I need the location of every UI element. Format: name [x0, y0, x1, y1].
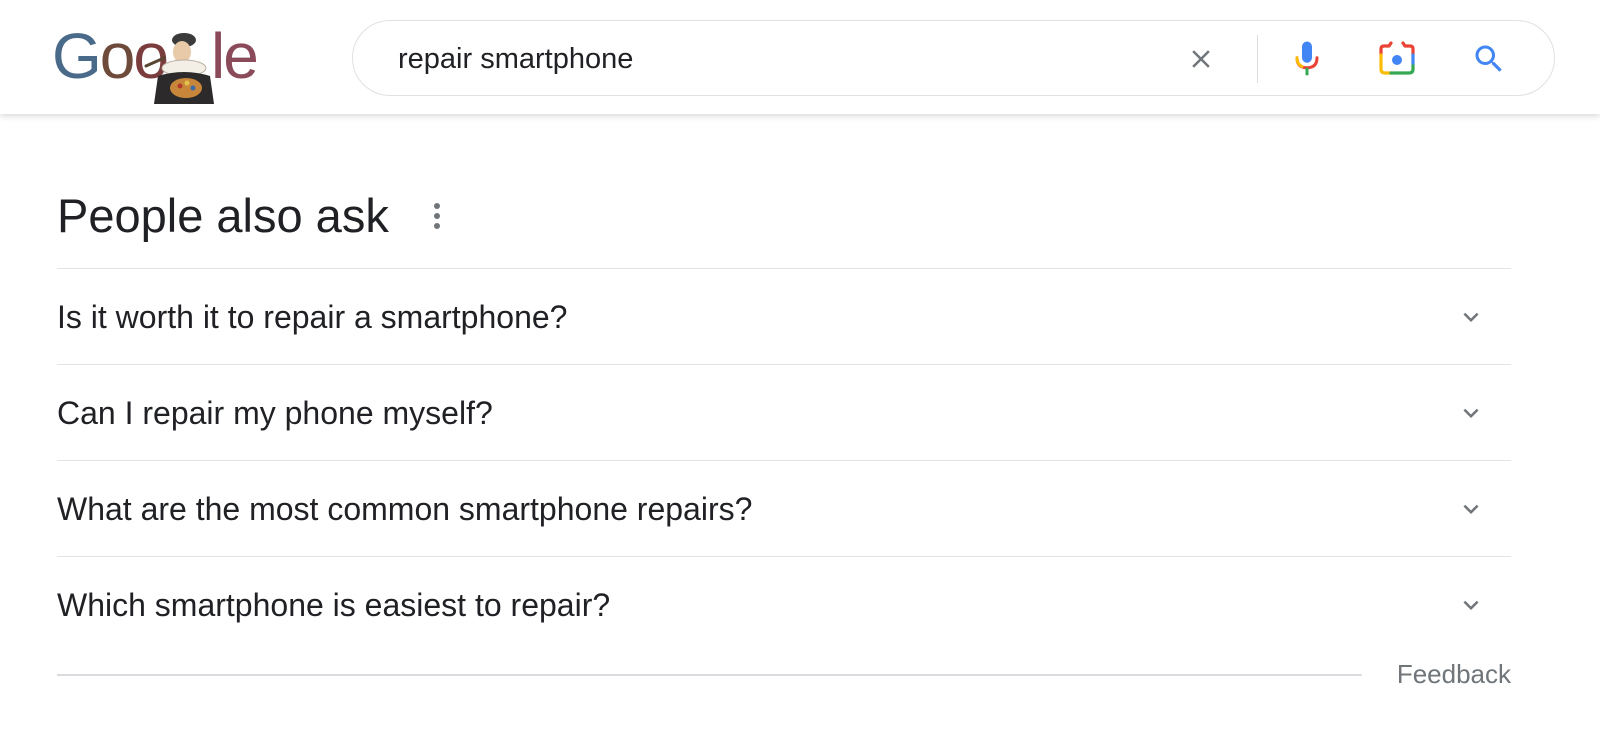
logo-letter: o — [99, 20, 136, 92]
paa-question-text: Can I repair my phone myself? — [57, 395, 493, 431]
chevron-down-icon — [1463, 504, 1479, 514]
clear-search-button[interactable] — [1181, 39, 1221, 79]
more-vert-icon — [434, 203, 440, 229]
voice-search-button[interactable] — [1283, 35, 1331, 83]
paa-question-row[interactable]: What are the most common smartphone repa… — [57, 461, 1511, 557]
search-icon — [1475, 45, 1502, 72]
expand-button[interactable] — [1455, 589, 1487, 621]
paa-header: People also ask — [57, 180, 1511, 268]
google-doodle-logo[interactable]: G o o le — [52, 20, 259, 104]
search-input[interactable] — [398, 39, 1158, 79]
logo-letter: G — [52, 20, 102, 92]
chevron-down-icon — [1463, 408, 1479, 418]
paa-question-row[interactable]: Is it worth it to repair a smartphone? — [57, 269, 1511, 365]
search-box — [352, 20, 1555, 96]
close-icon — [1192, 50, 1210, 68]
expand-button[interactable] — [1455, 301, 1487, 333]
chevron-down-icon — [1463, 600, 1479, 610]
feedback-link[interactable]: Feedback — [1397, 659, 1511, 690]
search-by-image-button[interactable] — [1373, 35, 1421, 83]
microphone-icon — [1295, 41, 1319, 76]
paa-question-text: What are the most common smartphone repa… — [57, 491, 753, 527]
expand-button[interactable] — [1455, 493, 1487, 525]
paa-footer: Feedback — [57, 653, 1511, 713]
paa-question-row[interactable]: Which smartphone is easiest to repair? — [57, 557, 1511, 653]
camera-lens-icon — [1379, 41, 1415, 75]
paa-footer-divider — [57, 674, 1362, 676]
paa-question-list: Is it worth it to repair a smartphone? C… — [57, 268, 1511, 653]
search-submit-button[interactable] — [1465, 35, 1513, 83]
paa-menu-button[interactable] — [421, 194, 453, 238]
search-header: G o o le — [0, 0, 1600, 114]
chevron-down-icon — [1463, 312, 1479, 322]
people-also-ask-section: People also ask Is it worth it to repair… — [57, 180, 1511, 713]
doodle-portrait-illustration — [144, 33, 214, 104]
paa-question-text: Is it worth it to repair a smartphone? — [57, 299, 568, 335]
expand-button[interactable] — [1455, 397, 1487, 429]
paa-title: People also ask — [57, 189, 389, 242]
search-divider — [1257, 35, 1258, 83]
paa-question-row[interactable]: Can I repair my phone myself? — [57, 365, 1511, 461]
paa-question-text: Which smartphone is easiest to repair? — [57, 587, 611, 623]
